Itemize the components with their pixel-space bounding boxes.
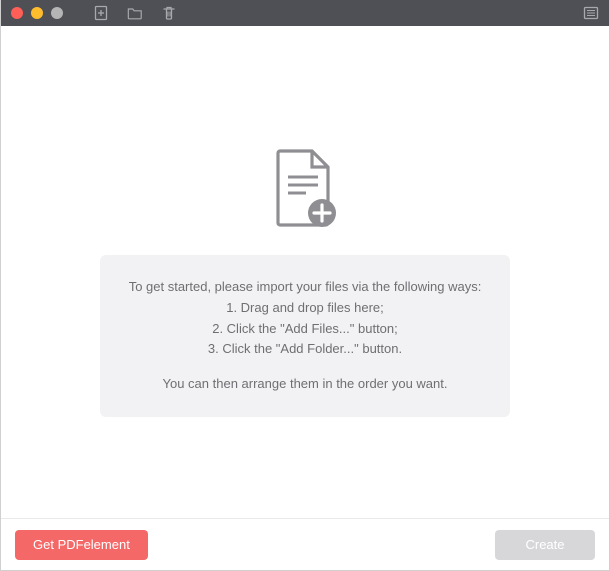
add-file-icon[interactable]: [93, 5, 109, 21]
close-button[interactable]: [11, 7, 23, 19]
instruction-step-1: 1. Drag and drop files here;: [120, 298, 490, 319]
document-add-icon: [270, 147, 340, 231]
toolbar-right: [583, 5, 599, 21]
instructions-trail: You can then arrange them in the order y…: [120, 374, 490, 395]
toolbar-left: [93, 5, 177, 21]
minimize-button[interactable]: [31, 7, 43, 19]
create-button: Create: [495, 530, 595, 560]
maximize-button[interactable]: [51, 7, 63, 19]
instructions-steps: 1. Drag and drop files here; 2. Click th…: [120, 298, 490, 360]
app-window: To get started, please import your files…: [0, 0, 610, 571]
titlebar: [1, 0, 609, 26]
instruction-step-2: 2. Click the "Add Files..." button;: [120, 319, 490, 340]
instruction-step-3: 3. Click the "Add Folder..." button.: [120, 339, 490, 360]
instructions-lead: To get started, please import your files…: [120, 277, 490, 298]
sidebar-icon[interactable]: [583, 5, 599, 21]
get-pdfelement-button[interactable]: Get PDFelement: [15, 530, 148, 560]
folder-icon[interactable]: [127, 5, 143, 21]
drop-zone[interactable]: To get started, please import your files…: [1, 26, 609, 518]
window-controls: [11, 7, 63, 19]
trash-icon[interactable]: [161, 5, 177, 21]
instructions-panel: To get started, please import your files…: [100, 255, 510, 417]
footer-bar: Get PDFelement Create: [1, 518, 609, 570]
